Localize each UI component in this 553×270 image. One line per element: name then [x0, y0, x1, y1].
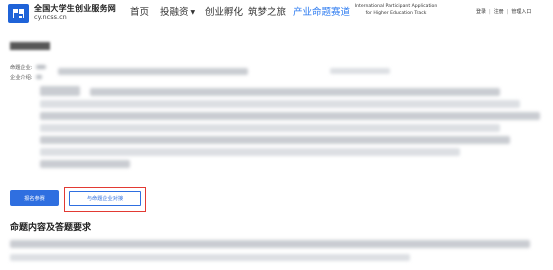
nav-industry-track-label: 产业命题赛道	[293, 7, 351, 18]
intl-line-2: for Higher Education Track	[365, 11, 427, 16]
nav-investment[interactable]: 投融资 ▼	[160, 4, 195, 18]
nav-investment-label: 投融资	[160, 7, 189, 18]
international-application-link[interactable]: International Participant Application fo…	[348, 3, 444, 17]
top-header: 全国大学生创业服务网 cy.ncss.cn 首页 投融资 ▼ 创业孵化 筑梦之旅 …	[0, 0, 553, 26]
site-logo[interactable]	[8, 4, 29, 23]
contact-company-button[interactable]: 与命题企业对接	[69, 191, 141, 206]
nav-dream-journey-label: 筑梦之旅	[248, 7, 287, 18]
redacted-text	[330, 68, 390, 74]
redacted-text	[40, 160, 130, 168]
brand-domain: cy.ncss.cn	[34, 13, 67, 21]
account-links: 登录 | 注册 | 管理入口	[476, 8, 531, 15]
redacted-text	[90, 88, 500, 96]
proposer-label: 命题企业:	[10, 65, 33, 71]
nav-industry-track[interactable]: 产业命题赛道	[293, 4, 350, 18]
redacted-text	[10, 240, 530, 248]
intro-prefix-redacted	[36, 75, 42, 79]
nav-dream-journey[interactable]: 筑梦之旅	[248, 4, 286, 18]
section-title: 命题内容及答题要求	[10, 223, 92, 233]
redacted-text	[40, 136, 510, 144]
admin-link[interactable]: 管理入口	[511, 9, 531, 15]
redacted-text	[40, 86, 80, 96]
signup-button[interactable]: 报名参赛	[10, 190, 59, 206]
company-name-redacted	[10, 42, 50, 50]
redacted-text	[10, 254, 410, 261]
separator: |	[506, 9, 509, 15]
redacted-text	[40, 124, 500, 132]
redacted-text	[58, 68, 248, 75]
nav-home[interactable]: 首页	[130, 4, 149, 18]
redacted-text	[40, 148, 460, 156]
redacted-text	[40, 100, 520, 108]
register-link[interactable]: 注册	[494, 9, 504, 15]
separator: |	[489, 9, 491, 15]
redacted-text	[40, 112, 540, 120]
chevron-down-icon: ▼	[190, 9, 196, 16]
nav-incubation[interactable]: 创业孵化	[205, 4, 243, 18]
nav-home-label: 首页	[130, 7, 150, 18]
proposer-value-redacted	[36, 65, 46, 69]
login-link[interactable]: 登录	[476, 9, 486, 15]
intl-line-1: International Participant Application	[354, 4, 438, 9]
logo-icon	[13, 9, 24, 18]
intro-label: 企业介绍:	[10, 75, 33, 81]
nav-incubation-label: 创业孵化	[205, 7, 244, 18]
